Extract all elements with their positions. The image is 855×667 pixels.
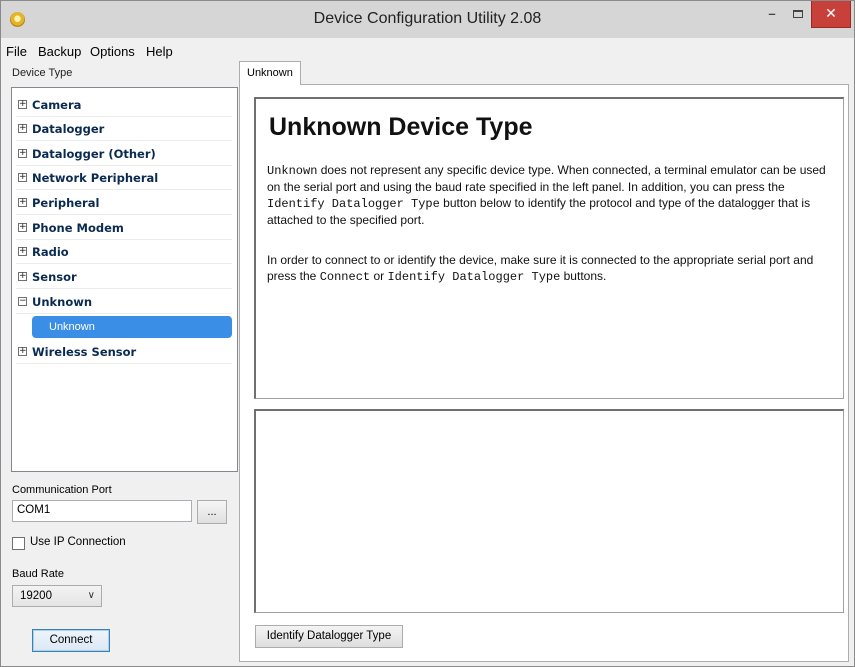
window-title: Device Configuration Utility 2.08 [313,10,542,27]
description-paragraph-2: In order to connect to or identify the d… [267,253,814,284]
tree-item-label: Peripheral [32,196,100,210]
baud-rate-label: Baud Rate [12,568,64,580]
tree-item-camera[interactable]: + Camera [16,93,232,117]
terminal-output-area[interactable] [254,409,844,613]
menu-bar: File Backup Options Help [1,38,854,61]
expand-icon[interactable]: + [18,347,27,356]
tab-unknown[interactable]: Unknown [239,61,301,85]
tree-item-wireless-sensor[interactable]: + Wireless Sensor [16,340,232,364]
tree-item-label: Datalogger [32,122,105,136]
tree-item-network-peripheral[interactable]: + Network Peripheral [16,166,232,190]
expand-icon[interactable]: + [18,149,27,158]
browse-port-button[interactable]: ... [197,500,227,524]
tree-item-datalogger-other[interactable]: + Datalogger (Other) [16,142,232,166]
expand-icon[interactable]: + [18,198,27,207]
page-title: Unknown Device Type [269,113,533,141]
expand-icon[interactable]: + [18,173,27,182]
tree-subitem-unknown[interactable]: Unknown [32,316,232,338]
menu-file[interactable]: File [6,44,27,59]
close-button[interactable]: ✕ [811,1,851,28]
communication-port-label: Communication Port [12,484,112,496]
minimize-button[interactable]: – [759,1,785,28]
tree-item-unknown[interactable]: − Unknown [16,290,232,314]
device-type-label: Device Type [12,67,73,79]
maximize-icon [793,10,803,18]
identify-datalogger-button[interactable]: Identify Datalogger Type [255,625,403,648]
baud-rate-value: 19200 [20,590,52,602]
tree-item-label: Unknown [32,295,93,309]
tree-item-label: Radio [32,245,69,259]
device-type-tree[interactable]: + Camera + Datalogger + Datalogger (Other) … [11,87,238,472]
title-bar[interactable]: Device Configuration Utility 2.08 – ✕ [1,1,854,38]
collapse-icon[interactable]: − [18,297,27,306]
expand-icon[interactable]: + [18,124,27,133]
tree-item-label: Camera [32,98,82,112]
main-window: Device Configuration Utility 2.08 – ✕ Fi… [0,0,855,667]
device-description-panel: Unknown Device Type Unknown does not rep… [254,97,844,399]
tree-item-datalogger[interactable]: + Datalogger [16,117,232,141]
use-ip-checkbox[interactable] [12,537,25,550]
menu-options[interactable]: Options [90,44,135,59]
expand-icon[interactable]: + [18,223,27,232]
chevron-down-icon: ∨ [87,590,95,601]
expand-icon[interactable]: + [18,272,27,281]
menu-help[interactable]: Help [146,44,173,59]
tree-item-label: Network Peripheral [32,171,159,185]
maximize-button[interactable] [785,1,811,28]
expand-icon[interactable]: + [18,100,27,109]
tree-item-label: Wireless Sensor [32,345,137,359]
baud-rate-select[interactable]: 19200 ∨ [12,585,102,607]
tree-item-radio[interactable]: + Radio [16,240,232,264]
menu-backup[interactable]: Backup [38,44,81,59]
tree-item-sensor[interactable]: + Sensor [16,265,232,289]
tree-item-label: Datalogger (Other) [32,147,156,161]
communication-port-input[interactable]: COM1 [12,500,192,522]
tree-item-label: Sensor [32,270,77,284]
tree-item-label: Phone Modem [32,221,124,235]
use-ip-label[interactable]: Use IP Connection [30,536,126,548]
connect-button[interactable]: Connect [32,629,110,652]
description-paragraph-1: Unknown does not represent any specific … [267,163,826,227]
tree-item-phone-modem[interactable]: + Phone Modem [16,216,232,240]
tree-item-peripheral[interactable]: + Peripheral [16,191,232,215]
expand-icon[interactable]: + [18,247,27,256]
